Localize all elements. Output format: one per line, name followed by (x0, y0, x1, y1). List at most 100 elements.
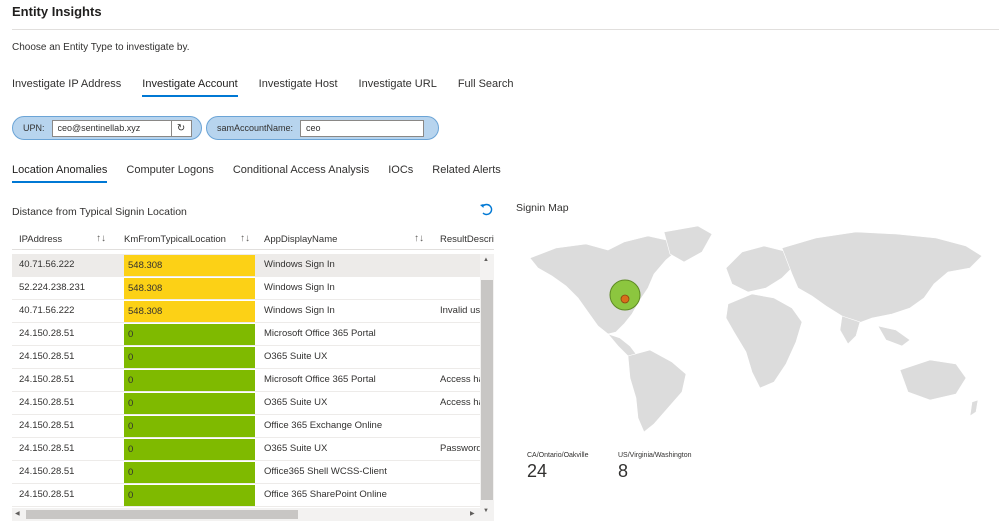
tab-investigate-ip[interactable]: Investigate IP Address (12, 78, 121, 97)
app-cell: Windows Sign In (264, 259, 335, 270)
ip-cell: 24.150.28.51 (19, 351, 75, 362)
undo-icon[interactable] (479, 202, 493, 216)
table-row[interactable]: 24.150.28.51 0 Microsoft Office 365 Portal… (12, 369, 480, 392)
column-header-app[interactable]: AppDisplayName (264, 234, 337, 245)
analysis-tabs: Location Anomalies Computer Logons Condi… (12, 164, 520, 183)
stat-label: CA/Ontario/Oakville (527, 452, 589, 459)
km-cell: 548.308 (124, 301, 255, 322)
tab-related-alerts[interactable]: Related Alerts (432, 164, 500, 183)
greenland-landmass (663, 225, 713, 263)
app-cell: Windows Sign In (264, 305, 335, 316)
tab-investigate-host[interactable]: Investigate Host (259, 78, 338, 97)
column-header-km[interactable]: KmFromTypicalLocation (124, 234, 226, 245)
table-body: 40.71.56.222 548.308 Windows Sign In 52.224… (12, 254, 480, 507)
km-cell: 0 (124, 485, 255, 506)
central-america-landmass (607, 333, 637, 357)
north-america-landmass (529, 235, 679, 335)
signin-bubble-washington[interactable] (620, 294, 630, 304)
table-row[interactable]: 40.71.56.222 548.308 Windows Sign In Invali… (12, 300, 480, 323)
result-cell: Invalid us (440, 305, 480, 316)
km-cell: 0 (124, 439, 255, 460)
ip-cell: 24.150.28.51 (19, 466, 75, 477)
table-row[interactable]: 52.224.238.231 548.308 Windows Sign In (12, 277, 480, 300)
scroll-right-icon[interactable]: ▶ (470, 510, 475, 517)
app-cell: Windows Sign In (264, 282, 335, 293)
upn-parameter: UPN: ↻ (12, 116, 202, 140)
table-row[interactable]: 24.150.28.51 0 O365 Suite UX (12, 346, 480, 369)
page-title: Entity Insights (12, 4, 102, 19)
app-cell: Office 365 SharePoint Online (264, 489, 387, 500)
app-cell: Microsoft Office 365 Portal (264, 374, 376, 385)
title-divider (12, 29, 999, 30)
stat-label: US/Virginia/Washington (618, 452, 692, 459)
app-cell: O365 Suite UX (264, 351, 328, 362)
entity-type-tabs: Investigate IP Address Investigate Accou… (12, 78, 534, 97)
sam-account-input[interactable] (300, 119, 425, 137)
map-title: Signin Map (516, 202, 569, 214)
australia-landmass (899, 359, 967, 401)
km-cell: 0 (124, 393, 255, 414)
result-cell (440, 484, 480, 506)
tab-iocs[interactable]: IOCs (388, 164, 413, 183)
sort-icon[interactable]: ↑↓ (414, 233, 424, 244)
instruction-text: Choose an Entity Type to investigate by. (12, 42, 190, 53)
scroll-left-icon[interactable]: ◀ (15, 510, 20, 517)
sam-account-label: samAccountName: (217, 123, 294, 133)
signin-world-map[interactable] (516, 222, 996, 442)
tab-conditional-access[interactable]: Conditional Access Analysis (233, 164, 369, 183)
upn-label: UPN: (23, 123, 45, 133)
tab-computer-logons[interactable]: Computer Logons (126, 164, 213, 183)
vertical-scroll-thumb[interactable] (481, 280, 493, 500)
result-cell: Access ha (440, 397, 480, 408)
south-america-landmass (627, 349, 687, 433)
result-cell: Access ha (440, 374, 480, 385)
location-anomalies-table: IPAddress ↑↓ KmFromTypicalLocation ↑↓ Ap… (12, 228, 494, 521)
app-cell: Microsoft Office 365 Portal (264, 328, 376, 339)
horizontal-scrollbar[interactable]: ◀ ▶ (12, 508, 480, 521)
tab-full-search[interactable]: Full Search (458, 78, 514, 97)
ip-cell: 24.150.28.51 (19, 374, 75, 385)
km-cell: 0 (124, 347, 255, 368)
southeast-asia-landmass (877, 325, 911, 347)
table-row[interactable]: 40.71.56.222 548.308 Windows Sign In (12, 254, 480, 277)
refresh-icon[interactable]: ↻ (171, 119, 192, 137)
sort-icon[interactable]: ↑↓ (240, 233, 250, 244)
ip-cell: 24.150.28.51 (19, 420, 75, 431)
column-header-ipaddress[interactable]: IPAddress (19, 234, 62, 245)
sort-icon[interactable]: ↑↓ (96, 233, 106, 244)
table-row[interactable]: 24.150.28.51 0 Office 365 SharePoint Onlin… (12, 484, 480, 507)
tab-investigate-url[interactable]: Investigate URL (359, 78, 437, 97)
table-title: Distance from Typical Signin Location (12, 206, 187, 218)
stat-value: 8 (618, 461, 629, 481)
table-row[interactable]: 24.150.28.51 0 O365 Suite UX Password (12, 438, 480, 461)
table-row[interactable]: 24.150.28.51 0 O365 Suite UX Access ha (12, 392, 480, 415)
km-cell: 0 (124, 416, 255, 437)
km-cell: 0 (124, 324, 255, 345)
km-cell: 0 (124, 462, 255, 483)
africa-landmass (725, 293, 803, 389)
tab-investigate-account[interactable]: Investigate Account (142, 78, 238, 97)
app-cell: O365 Suite UX (264, 397, 328, 408)
table-row[interactable]: 24.150.28.51 0 Microsoft Office 365 Portal (12, 323, 480, 346)
table-row[interactable]: 24.150.28.51 0 Office365 Shell WCSS-Client (12, 461, 480, 484)
horizontal-scroll-thumb[interactable] (26, 510, 298, 519)
new-zealand-landmass (969, 399, 979, 417)
km-cell: 548.308 (124, 278, 255, 299)
result-cell (440, 461, 480, 483)
ip-cell: 40.71.56.222 (19, 259, 75, 270)
result-cell: Password (440, 443, 480, 454)
scroll-down-icon[interactable]: ▼ (483, 508, 489, 514)
ip-cell: 24.150.28.51 (19, 397, 75, 408)
scroll-up-icon[interactable]: ▲ (483, 257, 489, 263)
upn-input[interactable] (51, 119, 172, 137)
result-cell (440, 277, 480, 299)
table-header: IPAddress ↑↓ KmFromTypicalLocation ↑↓ Ap… (12, 228, 494, 250)
table-row[interactable]: 24.150.28.51 0 Office 365 Exchange Online (12, 415, 480, 438)
result-cell (440, 254, 480, 276)
sam-account-parameter: samAccountName: (206, 116, 439, 140)
tab-location-anomalies[interactable]: Location Anomalies (12, 164, 108, 183)
ip-cell: 24.150.28.51 (19, 489, 75, 500)
vertical-scrollbar[interactable]: ▲ ▼ (480, 254, 494, 521)
asia-landmass (781, 231, 983, 325)
column-header-result[interactable]: ResultDescri (440, 234, 494, 245)
